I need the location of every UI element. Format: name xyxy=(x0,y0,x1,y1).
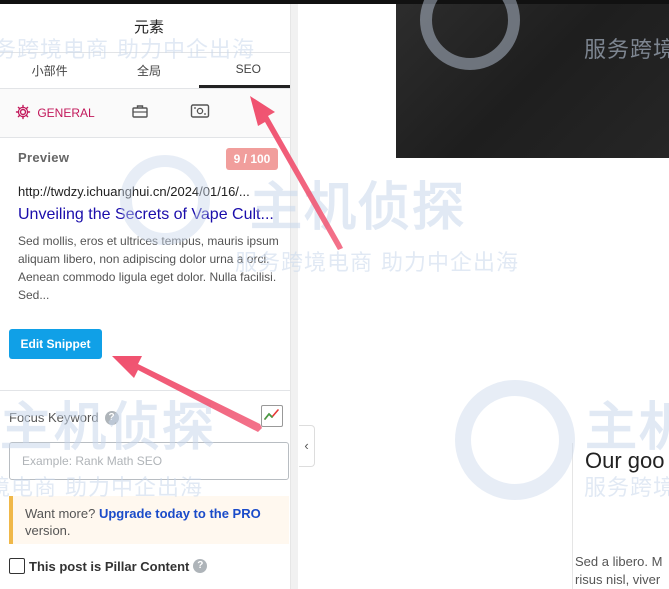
subtab-general[interactable]: GENERAL xyxy=(0,88,110,138)
focus-keyword-label: Focus Keyword ? xyxy=(9,410,119,425)
tab-global[interactable]: 全局 xyxy=(99,53,198,88)
panel-title: 元素 xyxy=(133,19,164,36)
collapse-panel-button[interactable]: ‹ xyxy=(299,425,315,467)
gear-icon xyxy=(15,104,31,123)
tab-widgets[interactable]: 小部件 xyxy=(0,53,99,88)
seo-subtabs: GENERAL xyxy=(0,88,298,138)
card-text: Sed a libero. M risus nisl, viver xyxy=(575,553,662,589)
pillar-content-label: This post is Pillar Content xyxy=(29,558,190,574)
upsell-suffix: version. xyxy=(25,523,71,538)
watermark-logo-icon xyxy=(455,380,575,500)
card-title: Our goo xyxy=(585,448,665,473)
subtab-advanced[interactable] xyxy=(110,88,170,138)
preview-heading: Preview xyxy=(18,150,70,165)
focus-keyword-input[interactable] xyxy=(9,442,289,480)
divider xyxy=(0,390,290,391)
hero-image xyxy=(396,0,669,158)
snippet-description: Sed mollis, eros et ultrices tempus, mau… xyxy=(18,234,279,302)
panel-tabs: 小部件 全局 SEO xyxy=(0,52,298,88)
upgrade-link[interactable]: Upgrade today to the PRO xyxy=(99,506,261,521)
card-text-line: Sed a libero. M xyxy=(575,554,663,569)
subtab-social[interactable] xyxy=(170,88,230,138)
snippet-url: http://twdzy.ichuanghui.cn/2024/01/16/..… xyxy=(18,184,250,199)
subtab-general-label: GENERAL xyxy=(37,106,95,120)
snippet-title: Unveiling the Secrets of Vape Cult... xyxy=(18,206,274,223)
top-bar xyxy=(0,0,669,4)
focus-keyword-text: Focus Keyword xyxy=(9,410,99,425)
trend-chart-icon xyxy=(264,407,280,426)
pillar-content-checkbox[interactable] xyxy=(9,558,25,574)
seo-panel: 元素 小部件 全局 SEO GENERAL Preview 9 / 100 ht… xyxy=(0,0,298,589)
tab-seo[interactable]: SEO xyxy=(198,53,298,88)
toolbox-icon xyxy=(131,103,149,124)
upsell-prefix: Want more? xyxy=(25,506,99,521)
social-card-icon xyxy=(190,103,210,124)
edit-snippet-button[interactable]: Edit Snippet xyxy=(9,329,102,359)
help-icon[interactable]: ? xyxy=(193,559,208,573)
help-icon[interactable]: ? xyxy=(104,410,119,425)
pillar-content-row: This post is Pillar Content ? xyxy=(9,558,208,574)
pro-upsell-notice: Want more? Upgrade today to the PRO vers… xyxy=(9,496,289,544)
card-text-line: risus nisl, viver xyxy=(575,572,661,587)
seo-score-badge: 9 / 100 xyxy=(226,148,278,170)
keyword-trends-button[interactable] xyxy=(261,405,283,427)
panel-scrollbar[interactable] xyxy=(290,0,298,589)
